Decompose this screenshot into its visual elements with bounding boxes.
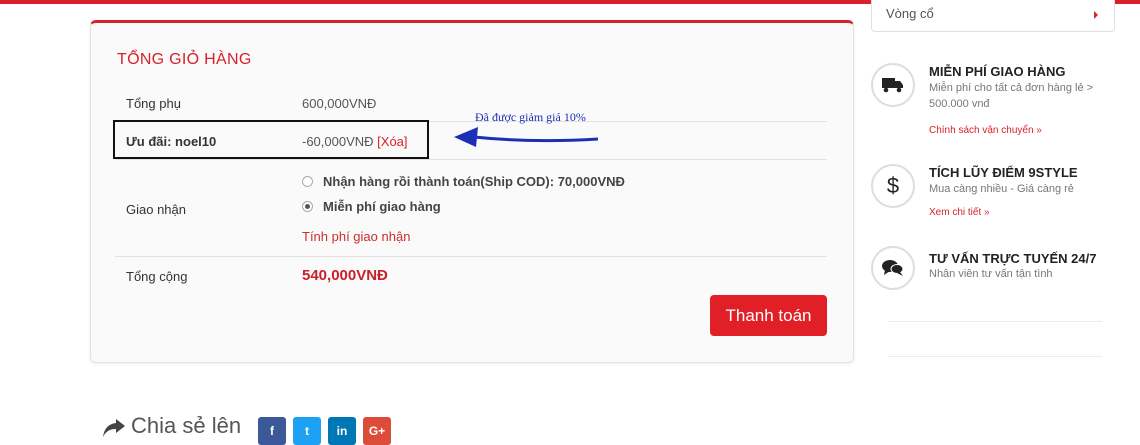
coupon-row-value: -60,000VNĐ [Xóa] (302, 134, 408, 149)
total-label: Tổng cộng (126, 269, 188, 284)
truck-icon (871, 63, 915, 107)
checkout-button[interactable]: Thanh toán (710, 295, 827, 336)
calc-shipping-link[interactable]: Tính phí giao nhận (302, 229, 410, 244)
coupon-value: -60,000VNĐ (302, 134, 374, 149)
facebook-icon[interactable]: f (258, 417, 286, 445)
shipping-option-label: Miễn phí giao hàng (323, 199, 441, 214)
total-value: 540,000VNĐ (302, 267, 388, 284)
feature-description: Nhân viên tư vấn tận tình (929, 268, 1053, 280)
feature-description: Mua càng nhiều - Giá càng rẻ (929, 183, 1074, 195)
subtotal-value: 600,000VNĐ (302, 96, 377, 111)
share-arrow-icon (103, 419, 125, 437)
shipping-option-free[interactable]: Miễn phí giao hàng (302, 199, 441, 214)
linkedin-icon[interactable]: in (328, 417, 356, 445)
caret-right-icon (1094, 11, 1098, 19)
divider (888, 321, 1102, 322)
google-plus-icon[interactable]: G+ (363, 417, 391, 445)
feature-title: MIỄN PHÍ GIAO HÀNG (929, 64, 1066, 79)
dollar-icon: $ (871, 164, 915, 208)
remove-coupon-link[interactable]: [Xóa] (377, 134, 407, 149)
cart-totals-title: TỔNG GIỎ HÀNG (117, 51, 252, 68)
shipping-option-cod[interactable]: Nhận hàng rồi thành toán(Ship COD): 70,0… (302, 174, 625, 189)
chat-icon (871, 246, 915, 290)
radio-button[interactable] (302, 176, 313, 187)
category-select[interactable]: Vòng cổ (871, 0, 1115, 32)
coupon-label: Ưu đãi: noel10 (126, 134, 217, 149)
divider (888, 356, 1102, 357)
divider (115, 256, 827, 257)
radio-button-checked[interactable] (302, 201, 313, 212)
share-label: Chia sẻ lên (131, 413, 242, 438)
view-details-link[interactable]: Xem chi tiết » (929, 207, 990, 218)
annotation-arrow-icon (454, 127, 599, 147)
feature-title: TÍCH LŨY ĐIỂM 9STYLE (929, 165, 1078, 180)
category-select-value: Vòng cổ (886, 6, 934, 21)
shipping-policy-link[interactable]: Chính sách vận chuyển » (929, 125, 1042, 136)
cart-totals-card: TỔNG GIỎ HÀNG Tổng phụ 600,000VNĐ Ưu đãi… (90, 20, 854, 363)
subtotal-label: Tổng phụ (126, 96, 181, 111)
feature-description: Miễn phí cho tất cả đơn hàng lẻ > 500.00… (929, 82, 1094, 110)
feature-title: TƯ VẤN TRỰC TUYẾN 24/7 (929, 251, 1097, 266)
shipping-label: Giao nhận (126, 202, 186, 217)
divider (115, 159, 827, 160)
twitter-icon[interactable]: t (293, 417, 321, 445)
shipping-option-label: Nhận hàng rồi thành toán(Ship COD): 70,0… (323, 174, 625, 189)
